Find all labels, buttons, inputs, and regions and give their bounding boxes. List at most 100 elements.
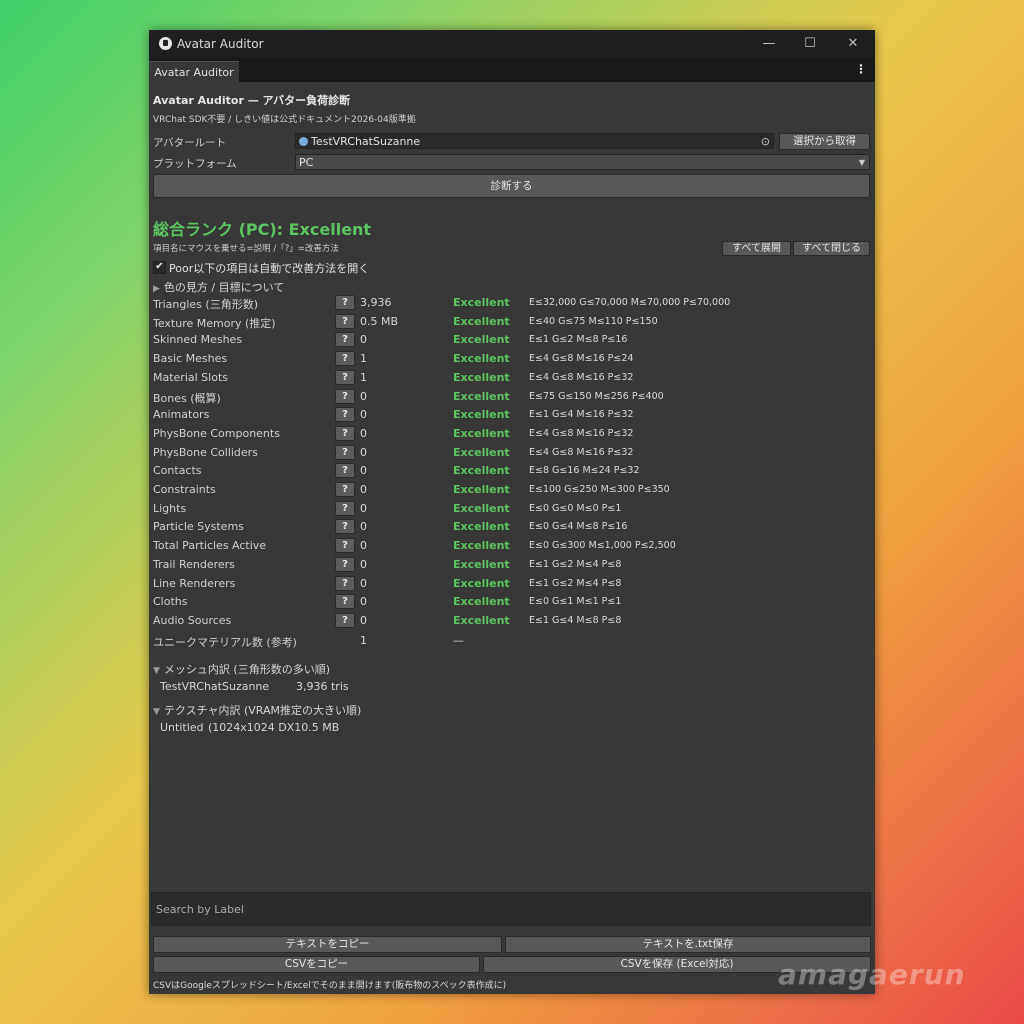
auto-open-label: Poor以下の項目は自動で改善方法を開く — [169, 262, 370, 275]
copy-csv-button[interactable]: CSVをコピー — [153, 956, 480, 973]
help-button[interactable]: ? — [335, 463, 355, 479]
legend-foldout[interactable]: ▶ 色の見方 / 目標について — [153, 279, 284, 295]
mesh-breakdown-foldout[interactable]: ▼ メッシュ内訳 (三角形数の多い順) — [153, 661, 330, 677]
help-button[interactable]: ? — [335, 538, 355, 554]
chevron-down-icon: ▼ — [153, 707, 160, 717]
metric-name[interactable]: Audio Sources — [153, 614, 231, 627]
help-button[interactable]: ? — [335, 482, 355, 497]
collapse-all-button[interactable]: すべて閉じる — [793, 241, 870, 256]
unique-materials-row: ユニークマテリアル数 (参考) 1 — — [149, 632, 875, 651]
help-button[interactable]: ? — [335, 388, 355, 404]
metric-rank: Excellent — [453, 370, 510, 384]
expand-all-button[interactable]: すべて展開 — [722, 241, 791, 256]
metric-name[interactable]: Animators — [153, 408, 209, 421]
metric-thresholds: E≤4 G≤8 M≤16 P≤32 — [529, 371, 634, 383]
metric-value: 1 — [360, 352, 367, 366]
metric-name[interactable]: Constraints — [153, 483, 216, 496]
platform-dropdown[interactable]: PC ▼ — [295, 154, 870, 170]
avatar-root-field[interactable]: TestVRChatSuzanne ⊙ — [295, 133, 774, 149]
help-button[interactable]: ? — [335, 556, 355, 572]
metric-name[interactable]: Triangles (三角形数) — [153, 296, 258, 312]
metric-thresholds: E≤0 G≤1 M≤1 P≤1 — [529, 596, 622, 608]
metric-row: PhysBone Components? 0 Excellent E≤4 G≤8 M≤… — [149, 425, 875, 444]
metric-value: 0 — [360, 389, 367, 403]
metric-name[interactable]: Material Slots — [153, 371, 228, 384]
metric-thresholds: E≤100 G≤250 M≤300 P≤350 — [529, 484, 670, 495]
metric-rank: Excellent — [453, 314, 510, 328]
metric-rank: Excellent — [453, 352, 510, 366]
help-button[interactable]: ? — [335, 332, 355, 348]
help-button[interactable]: ? — [335, 313, 355, 329]
metric-rank: Excellent — [453, 426, 510, 440]
help-button[interactable]: ? — [335, 295, 355, 310]
metric-rank: Excellent — [453, 520, 510, 534]
metric-row: Contacts? 0 Excellent E≤8 G≤16 M≤24 P≤32 — [149, 462, 875, 481]
metric-row: Audio Sources? 0 Excellent E≤1 G≤4 M≤8 P≤8 — [149, 612, 875, 631]
metric-name[interactable]: Basic Meshes — [153, 352, 227, 365]
metric-rank: — — [453, 634, 464, 647]
metric-thresholds: E≤40 G≤75 M≤110 P≤150 — [529, 315, 658, 327]
metric-value: 1 — [360, 370, 367, 384]
metric-value: 0 — [360, 333, 367, 347]
platform-value: PC — [299, 156, 314, 169]
mesh-item-name: TestVRChatSuzanne — [160, 680, 270, 693]
texture-breakdown-title: テクスチャ内訳 (VRAM推定の大きい順) — [163, 704, 362, 717]
metric-thresholds: E≤0 G≤300 M≤1,000 P≤2,500 — [529, 540, 676, 552]
help-button[interactable]: ? — [335, 575, 355, 591]
diagnose-button[interactable]: 診断する — [153, 174, 870, 198]
metric-name[interactable]: Bones (概算) — [153, 390, 221, 406]
help-button[interactable]: ? — [335, 407, 355, 423]
close-button[interactable]: ✕ — [841, 34, 865, 54]
object-picker-icon[interactable]: ⊙ — [761, 134, 770, 150]
metric-name[interactable]: Line Renderers — [153, 577, 235, 590]
metric-name[interactable]: Skinned Meshes — [153, 333, 242, 346]
metric-name[interactable]: Texture Memory (推定) — [153, 315, 276, 331]
legend-foldout-label: 色の見方 / 目標について — [163, 281, 285, 294]
metric-name[interactable]: PhysBone Components — [153, 427, 280, 440]
metric-thresholds: E≤1 G≤4 M≤8 P≤8 — [529, 614, 622, 626]
help-button[interactable]: ? — [335, 500, 355, 516]
metric-thresholds: E≤8 G≤16 M≤24 P≤32 — [529, 465, 640, 477]
metric-name[interactable]: Particle Systems — [153, 520, 244, 533]
metric-row: Total Particles Active? 0 Excellent E≤0 G≤3… — [149, 537, 875, 556]
metric-thresholds: E≤4 G≤8 M≤16 P≤24 — [529, 353, 634, 365]
copy-text-button[interactable]: テキストをコピー — [153, 936, 502, 953]
metric-value: 0 — [360, 483, 367, 496]
tab-avatar-auditor[interactable]: Avatar Auditor — [149, 61, 239, 83]
metric-value: 1 — [360, 634, 367, 647]
metric-thresholds: E≤0 G≤4 M≤8 P≤16 — [529, 521, 628, 533]
metric-row: Bones (概算)? 0 Excellent E≤75 G≤150 M≤256 P≤… — [149, 388, 875, 407]
help-button[interactable]: ? — [335, 519, 355, 535]
help-button[interactable]: ? — [335, 369, 355, 385]
overall-rank: 総合ランク (PC): Excellent — [153, 220, 372, 239]
metric-name[interactable]: Contacts — [153, 464, 202, 477]
auto-open-checkbox[interactable]: ✔ — [153, 261, 166, 274]
help-button[interactable]: ? — [335, 612, 355, 628]
metric-name[interactable]: PhysBone Colliders — [153, 446, 258, 459]
metric-name[interactable]: Total Particles Active — [153, 539, 266, 552]
metric-name[interactable]: Lights — [153, 502, 186, 515]
save-txt-button[interactable]: テキストを.txt保存 — [505, 936, 871, 953]
metric-name[interactable]: Trail Renderers — [153, 558, 235, 571]
search-input[interactable]: Search by Label — [151, 892, 871, 926]
footer-note: CSVはGoogleスプレッドシート/Excelでそのまま開けます(販布物のスペ… — [153, 981, 507, 991]
texture-breakdown-foldout[interactable]: ▼ テクスチャ内訳 (VRAM推定の大きい順) — [153, 702, 361, 718]
help-button[interactable]: ? — [335, 444, 355, 460]
metric-rank: Excellent — [453, 408, 510, 422]
kebab-menu-icon[interactable]: ⋮ — [855, 62, 867, 76]
select-from-selection-button[interactable]: 選択から取得 — [779, 133, 870, 150]
metric-value: 0.5 MB — [360, 314, 399, 328]
help-button[interactable]: ? — [335, 594, 355, 610]
metric-rank: Excellent — [453, 296, 510, 309]
minimize-button[interactable]: — — [757, 34, 781, 54]
maximize-button[interactable]: ☐ — [798, 34, 822, 54]
metric-row: Animators? 0 Excellent E≤1 G≤4 M≤16 P≤32 — [149, 406, 875, 425]
help-button[interactable]: ? — [335, 351, 355, 367]
metric-row: Texture Memory (推定)? 0.5 MB Excellent E≤40 … — [149, 313, 875, 332]
metric-name[interactable]: Cloths — [153, 595, 187, 608]
metric-rank: Excellent — [453, 539, 510, 553]
metric-rank: Excellent — [453, 576, 510, 590]
metric-rank: Excellent — [453, 501, 510, 515]
metric-thresholds: E≤0 G≤0 M≤0 P≤1 — [529, 502, 622, 514]
help-button[interactable]: ? — [335, 425, 355, 441]
